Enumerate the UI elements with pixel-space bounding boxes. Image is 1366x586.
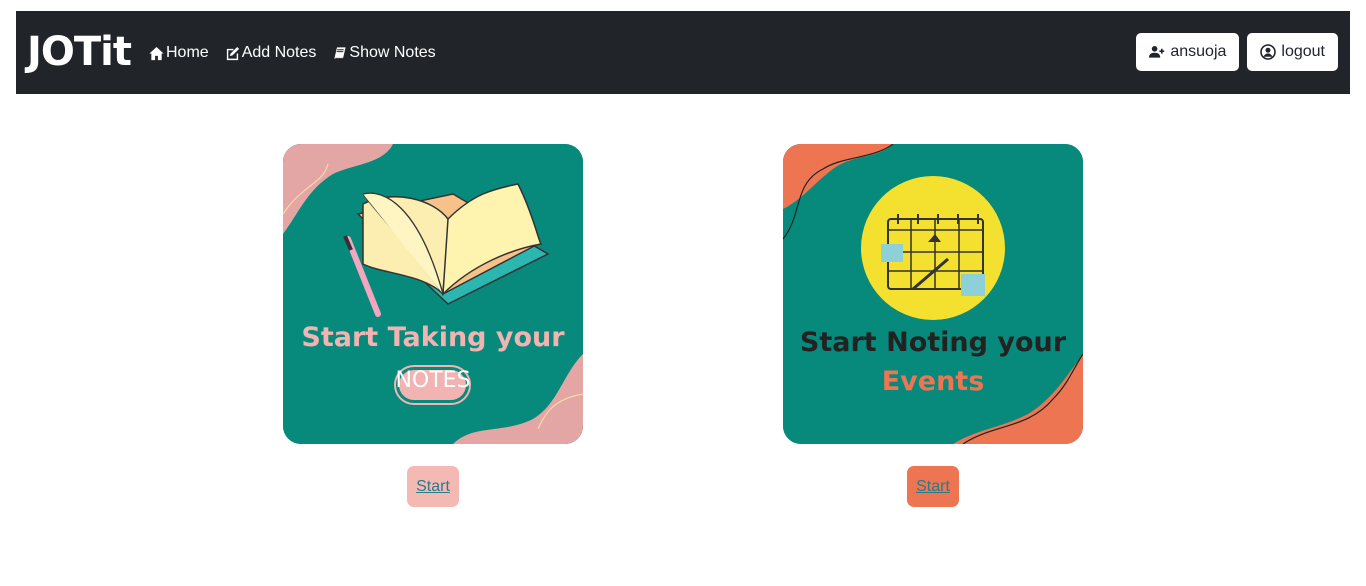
nav-link-show-notes[interactable]: Show Notes: [332, 42, 436, 64]
events-card-image: Start Noting your Events: [783, 144, 1083, 444]
home-icon: [149, 46, 164, 60]
notes-card-image: Start Taking your NOTES: [283, 144, 583, 444]
notes-start-button[interactable]: Start: [407, 466, 459, 507]
calendar-illustration: [783, 144, 1083, 444]
nav-link-home[interactable]: Home: [149, 42, 209, 64]
logout-button[interactable]: logout: [1247, 33, 1338, 71]
user-button[interactable]: ansuoja: [1136, 33, 1240, 71]
nav-link-add-notes-label: Add Notes: [241, 44, 317, 61]
user-circle-icon: [1260, 44, 1277, 60]
book-icon: [333, 46, 347, 59]
nav-link-add-notes[interactable]: Add Notes: [225, 42, 317, 64]
logout-button-label: logout: [1281, 43, 1325, 60]
nav-link-home-label: Home: [166, 44, 209, 61]
nav-links: Home Add Notes Show Notes: [149, 42, 436, 64]
brand-logo[interactable]: JOTit: [27, 28, 132, 76]
user-plus-icon: [1149, 46, 1165, 58]
edit-icon: [226, 46, 239, 60]
top-navbar: JOTit Home Add Notes Show Notes ansuoja …: [16, 11, 1350, 94]
nav-right-actions: ansuoja logout: [1136, 33, 1338, 71]
notes-card-subtitle: NOTES: [395, 368, 471, 393]
nav-link-show-notes-label: Show Notes: [349, 44, 436, 61]
events-card-subtitle: Events: [881, 366, 985, 397]
notes-card-title: Start Taking your: [301, 322, 565, 353]
open-book-illustration: [283, 144, 583, 444]
events-start-button[interactable]: Start: [907, 466, 959, 507]
events-card-title: Start Noting your: [799, 327, 1067, 358]
user-button-label: ansuoja: [1170, 43, 1227, 60]
